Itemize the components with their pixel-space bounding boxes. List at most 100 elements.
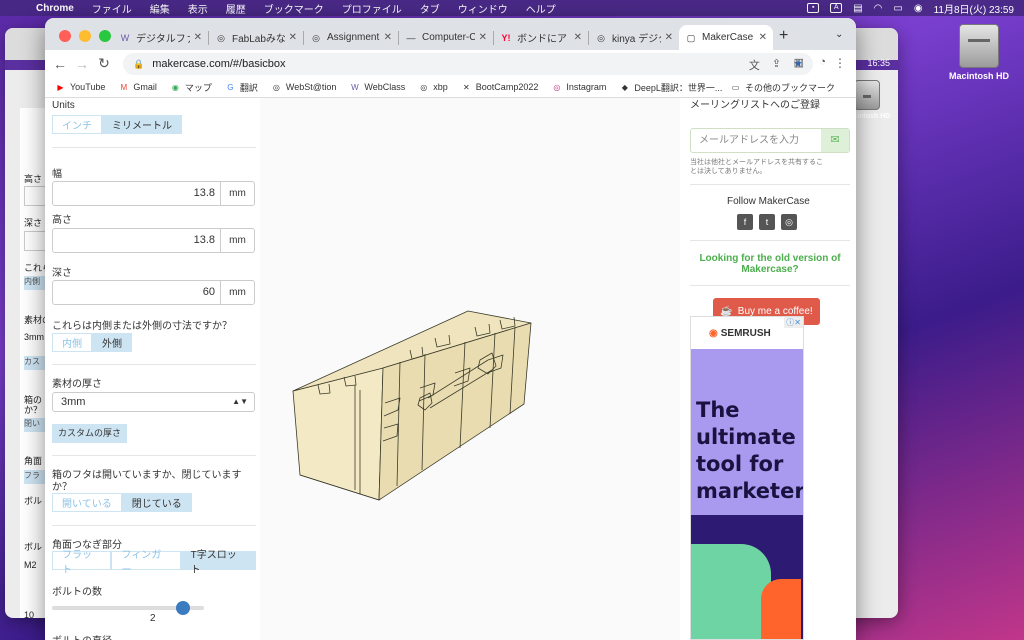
width-input[interactable]: 13.8 mm (52, 181, 255, 206)
bookmark-maps[interactable]: ◉ マップ (170, 81, 212, 94)
bookmark-youtube[interactable]: ▶ YouTube (55, 82, 105, 93)
bookmark-instagram[interactable]: ◎ Instagram (551, 82, 606, 93)
divider (690, 184, 850, 185)
send-mail-icon[interactable]: ✉ (821, 129, 849, 152)
other-bookmarks[interactable]: ▭ その他のブックマーク (730, 81, 835, 94)
joint-option-tslot[interactable]: T字スロット (180, 550, 256, 576)
depth-label: 深さ (52, 268, 72, 279)
zoom-window-button[interactable] (99, 30, 111, 42)
battery-icon[interactable]: ▭ (893, 3, 902, 14)
depth-input[interactable]: 60 mm (52, 280, 255, 305)
custom-thickness-button[interactable]: カスタムの厚さ (52, 424, 128, 443)
semrush-advertisement[interactable]: ⓘ✕ ◉ SEMRUSH The ultimate tool for marke… (690, 316, 804, 640)
back-arrow-icon[interactable]: ← (49, 56, 71, 72)
box-3d-preview[interactable] (260, 98, 680, 640)
email-input[interactable]: メールアドレスを入力 (691, 129, 821, 152)
select-caret-icon: ▲▼ (232, 397, 248, 406)
bookmark-gmail[interactable]: M Gmail (118, 82, 157, 93)
bookmark-webclass[interactable]: W WebClass (349, 82, 405, 93)
lid-option-open[interactable]: 開いている (52, 493, 122, 512)
dimension-option-inside[interactable]: 内側 (52, 333, 92, 352)
bookmark-translate[interactable]: G 翻訳 (225, 81, 258, 94)
bookmark-xbp[interactable]: ◎ xbp (418, 82, 448, 93)
siri-icon[interactable]: ◉ (914, 3, 923, 14)
tab-computer[interactable]: — Computer-C ✕ (399, 25, 493, 50)
tab-bond[interactable]: Y! ボンドにア ✕ (494, 25, 588, 50)
thickness-value: 3mm (61, 396, 86, 408)
units-toggle: インチ ミリメートル (52, 115, 182, 134)
tab-close-icon[interactable]: ✕ (194, 32, 202, 43)
menu-item-history[interactable]: 履歴 (226, 1, 246, 16)
units-option-inch[interactable]: インチ (52, 115, 102, 134)
old-version-link[interactable]: Looking for the old version of Makercase… (690, 253, 850, 275)
menu-item-file[interactable]: ファイル (92, 1, 132, 16)
reload-icon[interactable]: ↻ (93, 55, 115, 72)
forward-arrow-icon[interactable]: → (71, 56, 93, 72)
joint-option-finger[interactable]: フィンガー (111, 550, 181, 576)
lid-question: 箱のフタは開いていますか、閉じています (52, 470, 242, 481)
tab-close-icon[interactable]: ✕ (289, 32, 297, 43)
slider-handle[interactable] (175, 601, 190, 615)
gmail-icon: M (120, 82, 128, 92)
bg-fragment: か？ (24, 405, 43, 415)
profile-icon[interactable]: ◔ (819, 56, 826, 68)
bg-fragment: 角面 (24, 456, 43, 466)
close-window-button[interactable] (59, 30, 71, 42)
tab-search-icon[interactable]: ⌄ (835, 29, 843, 40)
menu-item-window[interactable]: ウィンドウ (458, 1, 508, 16)
facebook-icon[interactable]: f (737, 214, 753, 230)
tab-label: デジタルファ (136, 34, 190, 45)
desktop-hdd-icon[interactable]: Macintosh HD (944, 24, 1014, 81)
bookmark-bootcamp[interactable]: ✕ BootCamp2022 (461, 82, 538, 93)
wifi-icon[interactable]: ◠ (874, 3, 883, 14)
lock-icon[interactable]: 🔒 (133, 59, 144, 70)
chrome-window[interactable]: W デジタルファ ✕ ◎ FabLabみな ✕ ◎ Assignment ✕ —… (45, 18, 856, 640)
thickness-select[interactable]: 3mm ▲▼ (52, 392, 255, 412)
tab-close-icon[interactable]: ✕ (574, 32, 582, 43)
twitter-icon[interactable]: t (759, 214, 775, 230)
bolts-slider[interactable] (52, 601, 204, 615)
tab-fablab[interactable]: ◎ FabLabみな ✕ (209, 25, 303, 50)
menu-item-tab[interactable]: タブ (420, 1, 440, 16)
menu-app-name[interactable]: Chrome (36, 3, 74, 14)
units-option-mm[interactable]: ミリメートル (102, 115, 182, 134)
minimize-window-button[interactable] (79, 30, 91, 42)
youtube-icon: ▶ (57, 82, 64, 92)
tab-close-icon[interactable]: ✕ (479, 32, 487, 43)
ad-headline-line: ultimate (696, 425, 796, 449)
side-panel-icon[interactable]: ▥ (794, 56, 804, 69)
tab-digital-fab[interactable]: W デジタルファ ✕ (113, 25, 208, 50)
height-input[interactable]: 13.8 mm (52, 228, 255, 253)
tab-close-icon[interactable]: ✕ (384, 32, 392, 43)
menu-item-profile[interactable]: プロファイル (342, 1, 402, 16)
share-icon[interactable]: ⇪ (772, 57, 781, 73)
menu-item-help[interactable]: ヘルプ (526, 1, 556, 16)
menu-item-bookmarks[interactable]: ブックマーク (264, 1, 324, 16)
divider (52, 455, 256, 456)
folder-icon: ▭ (731, 83, 740, 92)
menubar-clock[interactable]: 11月8日(火) 23:59 (934, 1, 1014, 16)
dimension-option-outside[interactable]: 外側 (92, 333, 132, 352)
new-tab-button[interactable]: + (779, 27, 788, 45)
translate-icon[interactable]: 文 (749, 57, 760, 73)
lid-option-closed[interactable]: 閉じている (121, 493, 192, 512)
bookmark-deepl[interactable]: ◆ DeepL翻訳：世界一... (619, 81, 723, 94)
address-bar[interactable]: 🔒 makercase.com/#/basicbox 文 ⇪ ★ (123, 53, 813, 75)
tab-close-icon[interactable]: ✕ (665, 32, 673, 43)
bookmark-webstation[interactable]: ◎ WebSt@tion (271, 82, 337, 93)
tab-kinya[interactable]: ◎ kinya デジタ ✕ (589, 25, 679, 50)
menu-item-view[interactable]: 表示 (188, 1, 208, 16)
dash-favicon-icon: — (406, 32, 416, 43)
tab-assignment[interactable]: ◎ Assignment ✕ (304, 25, 398, 50)
control-center-icon[interactable]: ▤ (853, 3, 862, 14)
tab-makercase[interactable]: ▢ MakerCase ✕ (679, 25, 773, 50)
menu-item-edit[interactable]: 編集 (150, 1, 170, 16)
bookmark-label: 翻訳 (239, 82, 258, 93)
bolts-label: ボルトの数 (52, 587, 102, 598)
input-source-icon[interactable]: A (830, 3, 843, 13)
status-square-icon[interactable]: ▪ (807, 3, 820, 13)
chrome-menu-icon[interactable]: ⋮ (834, 56, 846, 70)
tab-close-icon[interactable]: ✕ (759, 32, 767, 43)
joint-option-flat[interactable]: フラット (52, 550, 112, 576)
instagram-icon[interactable]: ◎ (781, 214, 797, 230)
